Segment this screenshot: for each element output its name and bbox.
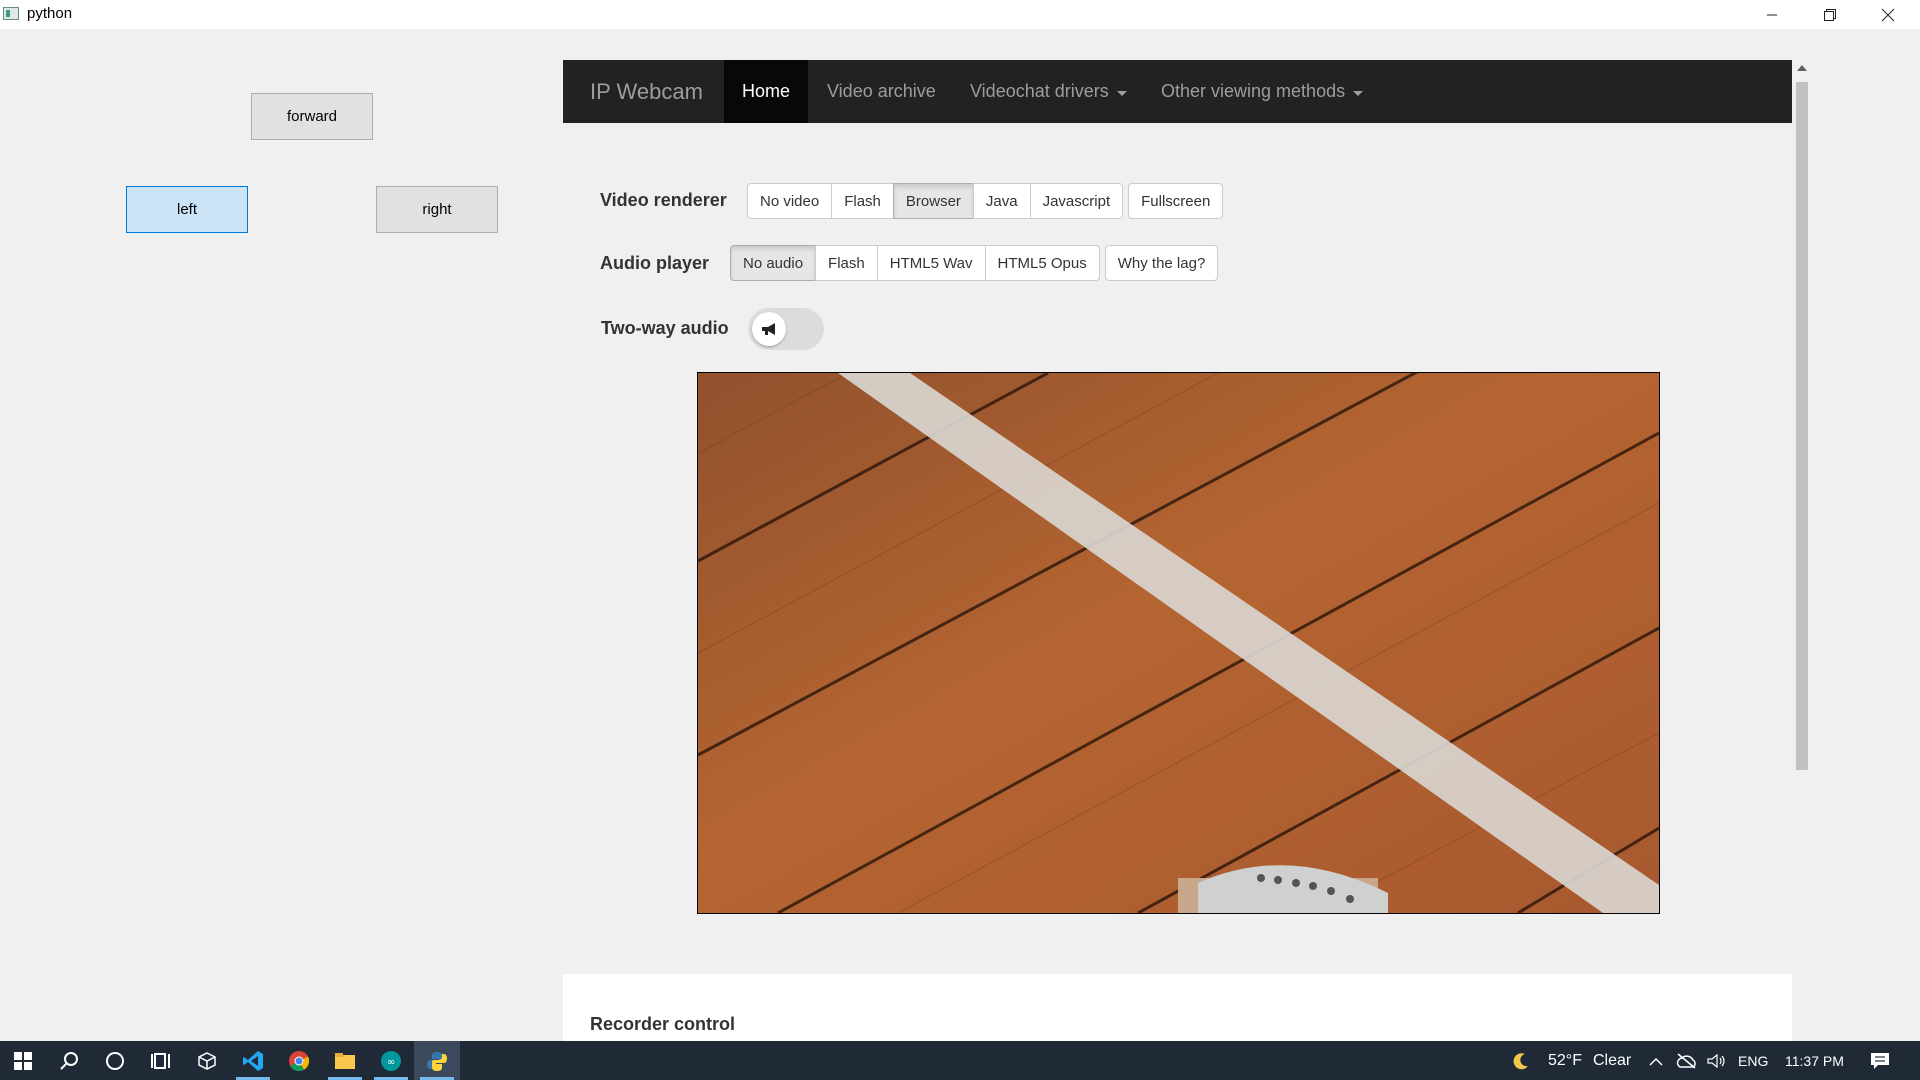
chrome-button[interactable]	[276, 1041, 322, 1080]
audio-player-label: Audio player	[600, 253, 710, 273]
chrome-icon	[289, 1050, 310, 1071]
nav-video-archive-label: Video archive	[827, 81, 936, 101]
3d-icon	[198, 1051, 216, 1070]
vscode-button[interactable]	[230, 1041, 276, 1080]
weather-button[interactable]	[1501, 1041, 1541, 1080]
renderer-browser[interactable]: Browser	[892, 183, 974, 219]
two-way-audio-toggle[interactable]	[748, 308, 824, 350]
task-view-button[interactable]	[138, 1041, 184, 1080]
task-view-icon	[151, 1052, 170, 1069]
left-button[interactable]: left	[126, 186, 248, 233]
brand-link[interactable]: IP Webcam	[590, 79, 703, 105]
arduino-button[interactable]: ∞	[368, 1041, 414, 1080]
renderer-javascript[interactable]: Javascript	[1029, 183, 1124, 219]
video-renderer-label: Video renderer	[600, 190, 727, 210]
audio-no-audio[interactable]: No audio	[730, 245, 817, 281]
restore-icon	[1824, 8, 1836, 21]
restore-button[interactable]	[1801, 0, 1859, 29]
live-video-feed	[697, 372, 1660, 914]
nav-other-viewing-methods[interactable]: Other viewing methods	[1161, 60, 1364, 123]
nav-home[interactable]: Home	[724, 60, 808, 123]
taskbar: ∞ 52°F Clear ENG 11:37 PM	[0, 1041, 1920, 1080]
clock[interactable]: 11:37 PM	[1785, 1041, 1844, 1080]
search-icon	[60, 1051, 78, 1070]
action-center-button[interactable]	[1858, 1041, 1902, 1080]
vscode-icon	[243, 1050, 263, 1071]
fullscreen-button[interactable]: Fullscreen	[1128, 183, 1224, 219]
audio-player-group: No audio Flash HTML5 Wav HTML5 Opus Why …	[730, 245, 1219, 281]
audio-html5-wav[interactable]: HTML5 Wav	[876, 245, 986, 281]
renderer-no-video[interactable]: No video	[747, 183, 833, 219]
nav-other-viewing-label: Other viewing methods	[1161, 81, 1346, 101]
cortana-icon	[106, 1051, 124, 1070]
vertical-scrollbar[interactable]	[1792, 60, 1812, 1041]
3d-viewer-button[interactable]	[184, 1041, 230, 1080]
minimize-button[interactable]	[1743, 0, 1801, 29]
navbar: IP Webcam Home Video archive Videochat d…	[563, 60, 1792, 123]
windows-start-icon	[14, 1051, 32, 1070]
nav-videochat-drivers-label: Videochat drivers	[970, 81, 1109, 101]
weather-temperature[interactable]: 52°F	[1548, 1041, 1582, 1080]
search-button[interactable]	[46, 1041, 92, 1080]
chevron-up-icon	[1649, 1057, 1663, 1066]
scroll-thumb[interactable]	[1796, 82, 1808, 770]
why-the-lag-button[interactable]: Why the lag?	[1104, 245, 1219, 281]
cortana-button[interactable]	[92, 1041, 138, 1080]
two-way-audio-label: Two-way audio	[601, 318, 729, 338]
forward-button[interactable]: forward	[251, 93, 373, 140]
minimize-icon	[1767, 14, 1777, 15]
python-app-icon	[3, 7, 19, 20]
show-hidden-icons-button[interactable]	[1642, 1041, 1670, 1080]
scroll-up-arrow-icon[interactable]	[1797, 65, 1807, 71]
nav-home-label: Home	[741, 81, 790, 101]
svg-text:∞: ∞	[387, 1057, 395, 1068]
notification-icon	[1871, 1052, 1889, 1069]
video-renderer-group: No video Flash Browser Java Javascript F…	[747, 183, 1224, 219]
moon-icon	[1513, 1052, 1528, 1069]
recorder-control-panel: Recorder control	[563, 974, 1792, 1041]
nav-videochat-drivers[interactable]: Videochat drivers	[970, 60, 1127, 123]
python-button[interactable]	[414, 1041, 460, 1080]
python-icon	[427, 1051, 447, 1071]
window-title-bar: python	[0, 0, 1920, 29]
file-explorer-icon	[335, 1052, 355, 1069]
volume-button[interactable]	[1702, 1041, 1732, 1080]
close-icon	[1881, 8, 1895, 21]
input-language[interactable]: ENG	[1738, 1041, 1768, 1080]
audio-flash[interactable]: Flash	[815, 245, 878, 281]
start-button[interactable]	[0, 1041, 46, 1080]
file-explorer-button[interactable]	[322, 1041, 368, 1080]
window-title: python	[27, 5, 73, 22]
nav-video-archive[interactable]: Video archive	[827, 60, 936, 123]
arduino-icon: ∞	[381, 1050, 401, 1071]
camera-frame	[698, 373, 1659, 913]
megaphone-icon	[762, 323, 775, 335]
network-button[interactable]	[1670, 1041, 1702, 1080]
network-offline-icon	[1676, 1052, 1696, 1069]
audio-html5-opus[interactable]: HTML5 Opus	[984, 245, 1100, 281]
renderer-java[interactable]: Java	[972, 183, 1031, 219]
ip-webcam-webview: IP Webcam Home Video archive Videochat d…	[563, 60, 1792, 1041]
recorder-control-title: Recorder control	[590, 1014, 736, 1034]
toggle-knob	[752, 312, 786, 346]
renderer-flash[interactable]: Flash	[831, 183, 894, 219]
right-button[interactable]: right	[376, 186, 498, 233]
weather-condition[interactable]: Clear	[1593, 1041, 1631, 1080]
volume-icon	[1707, 1053, 1725, 1068]
caret-down-icon	[1353, 90, 1364, 96]
close-button[interactable]	[1859, 0, 1917, 29]
caret-down-icon	[1116, 90, 1127, 96]
